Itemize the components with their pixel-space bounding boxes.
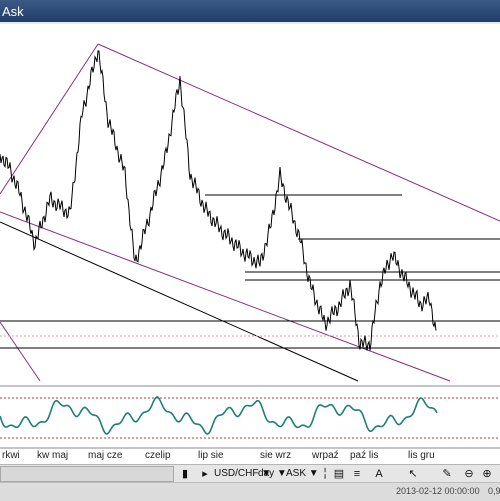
zoom-in-icon[interactable]: ⊕ — [480, 467, 494, 481]
timeframe-select[interactable]: day ▼ — [258, 467, 287, 481]
x-axis-label: maj cze — [88, 450, 123, 461]
x-axis-label: lip sie — [198, 450, 224, 461]
x-axis-label: czelip — [145, 450, 171, 461]
x-axis-label: rkwi — [2, 450, 20, 461]
x-axis-label: paź lis — [350, 450, 379, 461]
trend-channel-lower[interactable] — [0, 211, 451, 382]
fibonacci-icon[interactable]: ≡ — [350, 467, 364, 481]
cursor-icon[interactable]: ▸ — [198, 467, 212, 481]
x-axis-label: kw maj — [37, 450, 69, 461]
window-title-bar: Ask — [0, 0, 500, 24]
horizontal-scrollbar[interactable] — [0, 466, 174, 482]
line-icon[interactable]: ╎ — [318, 467, 332, 481]
x-axis-label: wrpaź — [312, 450, 339, 461]
symbol-label: USD/CHF — [214, 468, 259, 479]
trend-line-black-1[interactable] — [0, 221, 359, 382]
chart-area[interactable] — [0, 24, 500, 464]
price-chart[interactable] — [0, 24, 500, 464]
indicator-line — [0, 396, 438, 435]
x-axis-label: lis gru — [408, 450, 435, 461]
status-timestamp: 2013-02-12 00:00:00 — [396, 486, 480, 496]
status-bar: 2013-02-12 00:00:00 0,9 — [0, 482, 500, 501]
trend-line-black-2[interactable] — [0, 321, 41, 382]
price-side-label: ASK — [286, 468, 307, 479]
price-side-select[interactable]: ASK ▼ — [286, 467, 319, 481]
status-value: 0,9 — [488, 486, 500, 496]
trend-drawings[interactable] — [0, 43, 500, 382]
x-axis: rkwi kw maj maj cze czelip lip sie sie w… — [0, 450, 500, 464]
arrow-icon[interactable]: ↖ — [406, 467, 420, 481]
window-title: Ask — [2, 4, 24, 19]
timeframe-label: day — [258, 468, 275, 479]
zoom-out-icon[interactable]: ⊖ — [462, 467, 476, 481]
trend-channel-upper[interactable] — [97, 43, 500, 222]
price-line — [0, 50, 437, 351]
trend-line-rising[interactable] — [0, 43, 99, 195]
x-axis-label: sie wrz — [260, 450, 292, 461]
chart-toolbar: ▮ ▸ USD/CHF ▼ day ▼ ASK ▼ ╎ ▤ ≡ A ↖ ✎ ⊖ … — [0, 464, 500, 483]
pin-icon[interactable]: ▮ — [178, 467, 192, 481]
draw-icon[interactable]: ✎ — [440, 467, 454, 481]
color-icon[interactable]: ▤ — [332, 467, 346, 481]
text-icon[interactable]: A — [372, 467, 386, 481]
